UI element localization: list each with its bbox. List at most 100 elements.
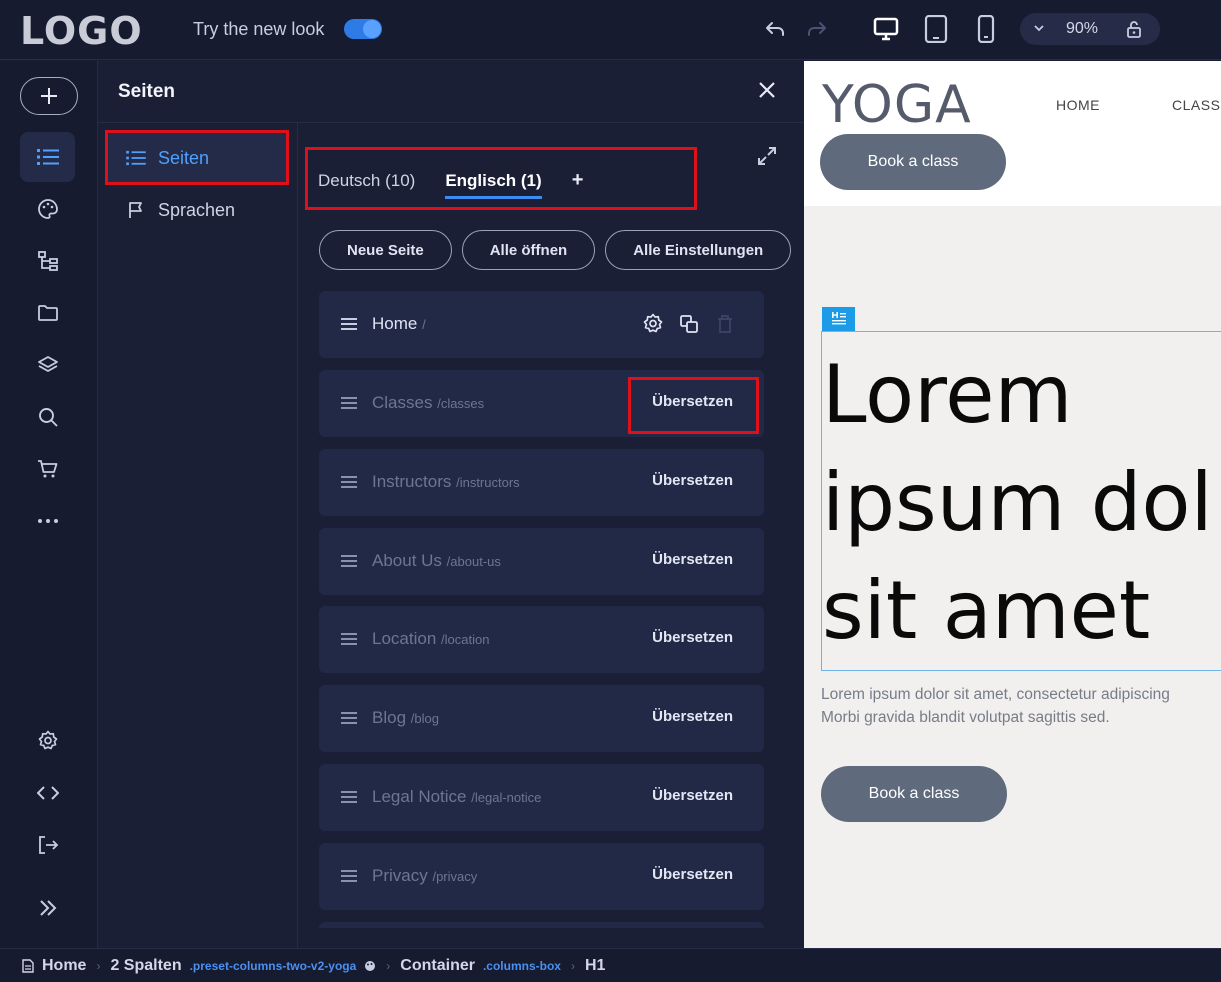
- all-settings-button[interactable]: Alle Einstellungen: [605, 230, 792, 270]
- close-icon[interactable]: [756, 79, 778, 106]
- tablet-view-icon[interactable]: [921, 14, 951, 44]
- chevron-right-icon: ›: [570, 958, 575, 973]
- list-icon[interactable]: [20, 132, 75, 182]
- add-button[interactable]: [20, 77, 78, 115]
- search-icon[interactable]: [20, 392, 75, 442]
- page-title-text: Legal Notice: [372, 787, 467, 806]
- breadcrumb-columns[interactable]: 2 Spalten .preset-columns-two-v2-yoga: [110, 957, 376, 975]
- page-slug: /about-us: [446, 554, 501, 569]
- translate-button[interactable]: Übersetzen: [652, 866, 733, 883]
- translate-button[interactable]: Übersetzen: [652, 708, 733, 725]
- page-row-blog[interactable]: Blog /blog Übersetzen: [319, 685, 764, 752]
- sitemap-icon[interactable]: [20, 236, 75, 286]
- toggle-knob: [363, 20, 381, 38]
- page-name: Blog /blog: [372, 708, 439, 728]
- highlight-box: [628, 377, 759, 434]
- page-row-instructors[interactable]: Instructors /instructors Übersetzen: [319, 449, 764, 516]
- translate-button[interactable]: Übersetzen: [652, 787, 733, 804]
- preview-book-button-2[interactable]: Book a class: [821, 766, 1007, 822]
- expand-panel-icon[interactable]: [756, 145, 778, 172]
- page-actions: Neue Seite Alle öffnen Alle Einstellunge…: [319, 230, 792, 270]
- translate-button[interactable]: Übersetzen: [652, 551, 733, 568]
- breadcrumb-label: H1: [584, 956, 606, 974]
- page-name: Classes /classes: [372, 393, 484, 413]
- drag-handle-icon[interactable]: [341, 317, 357, 335]
- layers-icon[interactable]: [20, 340, 75, 390]
- page-name: Location /location: [372, 629, 489, 649]
- drag-handle-icon[interactable]: [341, 869, 357, 887]
- page-name: About Us /about-us: [372, 551, 501, 571]
- breadcrumb-h1[interactable]: H1: [585, 957, 605, 975]
- page-slug: /classes: [437, 396, 485, 411]
- breadcrumb-label: Container: [400, 956, 475, 974]
- new-look-toggle[interactable]: [344, 19, 382, 39]
- settings-icon[interactable]: [642, 313, 664, 340]
- breadcrumb-label: 2 Spalten: [110, 956, 182, 974]
- drag-handle-icon[interactable]: [341, 632, 357, 650]
- undo-icon[interactable]: [760, 14, 790, 44]
- preview-nav-home[interactable]: HOME: [1056, 97, 1100, 113]
- mobile-view-icon[interactable]: [971, 14, 1001, 44]
- page-title-text: Location: [372, 629, 437, 648]
- code-icon[interactable]: [20, 768, 75, 818]
- preview-heading[interactable]: Lorem ipsum dol sit amet: [822, 341, 1221, 665]
- palette-icon: [365, 960, 376, 971]
- page-name: Privacy /privacy: [372, 866, 477, 886]
- unlock-icon[interactable]: [1124, 19, 1144, 44]
- preview-header: YOGA HOME CLASSE Book a class: [804, 61, 1221, 206]
- cart-icon[interactable]: [20, 444, 75, 494]
- translate-button[interactable]: Übersetzen: [652, 629, 733, 646]
- plus-icon: [41, 88, 57, 104]
- new-page-button[interactable]: Neue Seite: [319, 230, 452, 270]
- site-preview[interactable]: YOGA HOME CLASSE Book a class Lorem ipsu…: [804, 61, 1221, 948]
- breadcrumb-class: .columns-box: [482, 958, 561, 973]
- chevron-down-icon[interactable]: [1032, 21, 1046, 40]
- page-slug: /location: [441, 632, 490, 647]
- trash-icon[interactable]: [714, 313, 736, 340]
- page-row-about-us[interactable]: About Us /about-us Übersetzen: [319, 528, 764, 595]
- flag-icon: [129, 202, 142, 218]
- desktop-view-icon[interactable]: [871, 14, 901, 44]
- page-name: Legal Notice /legal-notice: [372, 787, 541, 807]
- duplicate-icon[interactable]: [678, 313, 700, 340]
- page-name: Instructors /instructors: [372, 472, 520, 492]
- heading-element-icon[interactable]: [822, 307, 855, 331]
- drag-handle-icon[interactable]: [341, 790, 357, 808]
- preview-logo: YOGA: [822, 75, 972, 135]
- preview-book-button[interactable]: Book a class: [820, 134, 1006, 190]
- breadcrumb-container[interactable]: Container .columns-box: [400, 957, 561, 975]
- page-row-location[interactable]: Location /location Übersetzen: [319, 606, 764, 673]
- breadcrumb-label: Home: [42, 956, 87, 974]
- folder-icon[interactable]: [20, 288, 75, 338]
- page-slug: /instructors: [456, 475, 520, 490]
- preview-nav-classes[interactable]: CLASSE: [1172, 97, 1221, 113]
- open-all-button[interactable]: Alle öffnen: [461, 230, 596, 270]
- translate-button[interactable]: Übersetzen: [652, 472, 733, 489]
- highlight-box: [305, 147, 697, 210]
- more-icon[interactable]: [20, 496, 75, 546]
- drag-handle-icon[interactable]: [341, 554, 357, 572]
- top-bar: LOGO Try the new look 90%: [0, 0, 1221, 60]
- page-row-legal-notice[interactable]: Legal Notice /legal-notice Übersetzen: [319, 764, 764, 831]
- paragraph-line: Morbi gravida blandit volutpat sagittis …: [821, 709, 1110, 726]
- app-logo: LOGO: [20, 9, 143, 53]
- page-row-partial: [319, 922, 764, 928]
- breadcrumb-home[interactable]: Home: [22, 957, 86, 975]
- page-row-home[interactable]: Home /: [319, 291, 764, 358]
- drag-handle-icon[interactable]: [341, 711, 357, 729]
- logout-icon[interactable]: [20, 820, 75, 870]
- drag-handle-icon[interactable]: [341, 475, 357, 493]
- chevron-right-icon: ›: [386, 958, 391, 973]
- panel-subnav: Seiten Sprachen: [98, 123, 298, 948]
- page-row-privacy[interactable]: Privacy /privacy Übersetzen: [319, 843, 764, 910]
- palette-icon[interactable]: [20, 184, 75, 234]
- subnav-item-sprachen[interactable]: Sprachen: [106, 185, 288, 235]
- page-name: Home /: [372, 314, 426, 334]
- zoom-control[interactable]: 90%: [1020, 13, 1160, 45]
- redo-icon[interactable]: [802, 14, 832, 44]
- drag-handle-icon[interactable]: [341, 396, 357, 414]
- expand-icon[interactable]: [20, 883, 75, 933]
- try-new-look-label: Try the new look: [193, 19, 325, 39]
- paragraph-line: Lorem ipsum dolor sit amet, consectetur …: [821, 686, 1170, 703]
- settings-icon[interactable]: [20, 716, 75, 766]
